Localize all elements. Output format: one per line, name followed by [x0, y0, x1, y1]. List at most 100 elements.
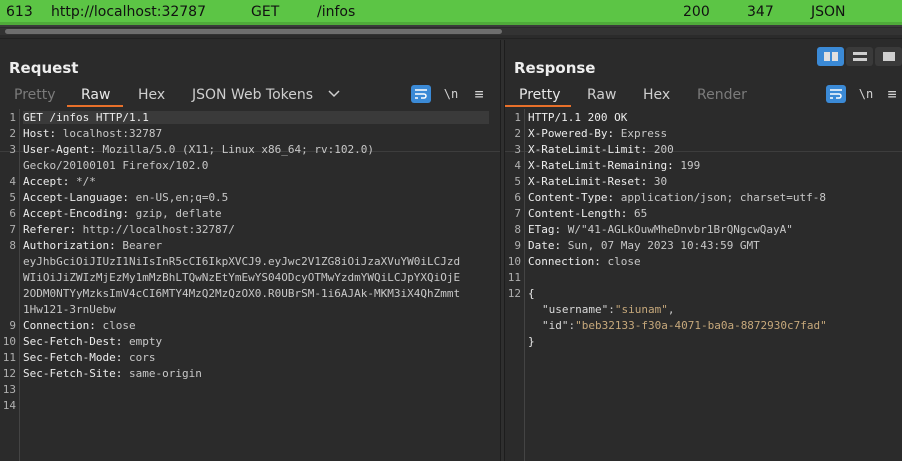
- header-value: 65: [627, 207, 648, 220]
- header-name: X-Powered-By:: [528, 127, 615, 140]
- layout-single-icon[interactable]: [875, 47, 902, 66]
- header-value: cors: [122, 351, 156, 364]
- line-number: 5: [9, 191, 16, 204]
- code-line: Sec-Fetch-Mode: cors: [23, 351, 155, 364]
- line-number: 11: [2, 351, 16, 364]
- tab-pretty[interactable]: Pretty: [14, 87, 56, 103]
- code-line: Host: localhost:32787: [23, 127, 162, 140]
- layout-toggle-group: [817, 47, 902, 66]
- header-name: Referer:: [23, 223, 76, 236]
- chevron-down-icon[interactable]: [327, 86, 341, 104]
- code-line: Sec-Fetch-Dest: empty: [23, 335, 162, 348]
- line-number: 12: [507, 287, 521, 300]
- header-name: Accept:: [23, 175, 70, 188]
- json-colon: :: [608, 303, 615, 316]
- wrap-lines-icon[interactable]: [826, 85, 846, 103]
- request-pane: Request Pretty Raw Hex JSON Web Tokens \…: [0, 40, 500, 461]
- line-number: 12: [2, 367, 16, 380]
- header-name: Host:: [23, 127, 57, 140]
- response-pane: Response Pretty Raw Hex Render \n ≡ 1234…: [505, 40, 902, 461]
- tab-hex[interactable]: Hex: [643, 87, 670, 103]
- header-name: Content-Length:: [528, 207, 628, 220]
- line-number: 4: [514, 159, 521, 172]
- code-line: 1Hw121-3rnUebw: [23, 303, 116, 316]
- tab-pretty[interactable]: Pretty: [519, 87, 561, 103]
- row-host: http://localhost:32787: [51, 4, 206, 20]
- code-line: Content-Type: application/json; charset=…: [528, 191, 826, 204]
- header-value: Sun, 07 May 2023 10:43:59 GMT: [561, 239, 760, 252]
- response-editor[interactable]: 1 2 3 4 5 6 7 8 9 10 11 12 HTTP/1.1 200 OK X-Powered-…: [505, 109, 902, 461]
- code-line: Accept: */*: [23, 175, 96, 188]
- code-line: X-RateLimit-Remaining: 199: [528, 159, 700, 172]
- show-newlines-icon[interactable]: \n: [856, 85, 876, 103]
- code-line: "username":"siunam",: [542, 303, 674, 316]
- wrap-lines-icon[interactable]: [411, 85, 431, 103]
- code-line: WIiOiJiZWIzMjEzMy1mMzBhLTQwNzEtYmEwYS04O…: [23, 271, 460, 284]
- line-number: 1: [9, 111, 16, 124]
- header-name: Sec-Fetch-Dest:: [23, 335, 123, 348]
- row-method: GET: [251, 4, 280, 20]
- header-name: ETag:: [528, 223, 562, 236]
- header-name: User-Agent:: [23, 143, 96, 156]
- request-title: Request: [9, 59, 79, 77]
- layout-side-by-side-icon[interactable]: [817, 47, 844, 66]
- line-number: 10: [507, 255, 521, 268]
- line-number: 14: [2, 399, 16, 412]
- header-value: same-origin: [122, 367, 202, 380]
- tab-render[interactable]: Render: [697, 87, 747, 103]
- line-number: 4: [9, 175, 16, 188]
- code-line: Referer: http://localhost:32787/: [23, 223, 235, 236]
- request-editor[interactable]: 1 2 3 4 5 6 7 8 9 10 11 12 13 14 GET /infos HTTP/1.1 Ho…: [0, 109, 500, 461]
- line-number: 6: [514, 191, 521, 204]
- header-name: {: [528, 287, 535, 300]
- line-number: 11: [507, 271, 521, 284]
- header-value: Bearer: [115, 239, 163, 252]
- code-line: GET /infos HTTP/1.1: [23, 111, 489, 124]
- tab-raw[interactable]: Raw: [81, 87, 110, 103]
- header-name: GET /infos HTTP/1.1: [23, 111, 149, 124]
- header-value: 200: [647, 143, 674, 156]
- header-value: Express: [614, 127, 668, 140]
- show-newlines-icon[interactable]: \n: [441, 85, 461, 103]
- hamburger-menu-icon[interactable]: ≡: [469, 85, 489, 103]
- header-name: X-RateLimit-Limit:: [528, 143, 648, 156]
- header-value: WIiOiJiZWIzMjEzMy1mMzBhLTQwNzEtYmEwYS04O…: [23, 271, 461, 284]
- line-number: 13: [2, 383, 16, 396]
- scrollbar-thumb[interactable]: [5, 29, 502, 34]
- header-name: }: [528, 335, 535, 348]
- header-name: X-RateLimit-Reset:: [528, 175, 648, 188]
- line-number: 2: [9, 127, 16, 140]
- header-name: X-RateLimit-Remaining:: [528, 159, 674, 172]
- code-line: Gecko/20100101 Firefox/102.0: [23, 159, 208, 172]
- code-line: Content-Length: 65: [528, 207, 647, 220]
- code-line: Date: Sun, 07 May 2023 10:43:59 GMT: [528, 239, 760, 252]
- line-number: 9: [9, 319, 16, 332]
- history-table-row[interactable]: 613 http://localhost:32787 GET /infos 20…: [0, 0, 902, 27]
- header-value: eyJhbGciOiJIUzI1NiIsInR5cCI6IkpXVCJ9.eyJ…: [23, 255, 461, 268]
- row-status: 200: [683, 4, 710, 20]
- code-line: Connection: close: [528, 255, 641, 268]
- code-line: Accept-Language: en-US,en;q=0.5: [23, 191, 228, 204]
- line-number: 8: [514, 223, 521, 236]
- header-name: HTTP/1.1 200 OK: [528, 111, 628, 124]
- hamburger-menu-icon[interactable]: ≡: [882, 85, 902, 103]
- horizontal-scrollbar[interactable]: [0, 28, 902, 35]
- code-line: User-Agent: Mozilla/5.0 (X11; Linux x86_…: [23, 143, 374, 156]
- tab-hex[interactable]: Hex: [138, 87, 165, 103]
- code-line: Accept-Encoding: gzip, deflate: [23, 207, 222, 220]
- code-line: X-Powered-By: Express: [528, 127, 667, 140]
- row-number: 613: [6, 4, 33, 20]
- header-name: Connection:: [528, 255, 601, 268]
- layout-stacked-icon[interactable]: [846, 47, 873, 66]
- header-value: application/json; charset=utf-8: [614, 191, 827, 204]
- tab-json-web-tokens[interactable]: JSON Web Tokens: [192, 87, 313, 103]
- header-value: close: [95, 319, 136, 332]
- tab-raw[interactable]: Raw: [587, 87, 616, 103]
- json-value: "siunam": [614, 303, 668, 316]
- code-line: HTTP/1.1 200 OK: [528, 111, 627, 124]
- line-number: 1: [514, 111, 521, 124]
- header-value: Gecko/20100101 Firefox/102.0: [23, 159, 209, 172]
- header-value: gzip, deflate: [128, 207, 222, 220]
- line-number: 3: [9, 143, 16, 156]
- header-name: Content-Type:: [528, 191, 615, 204]
